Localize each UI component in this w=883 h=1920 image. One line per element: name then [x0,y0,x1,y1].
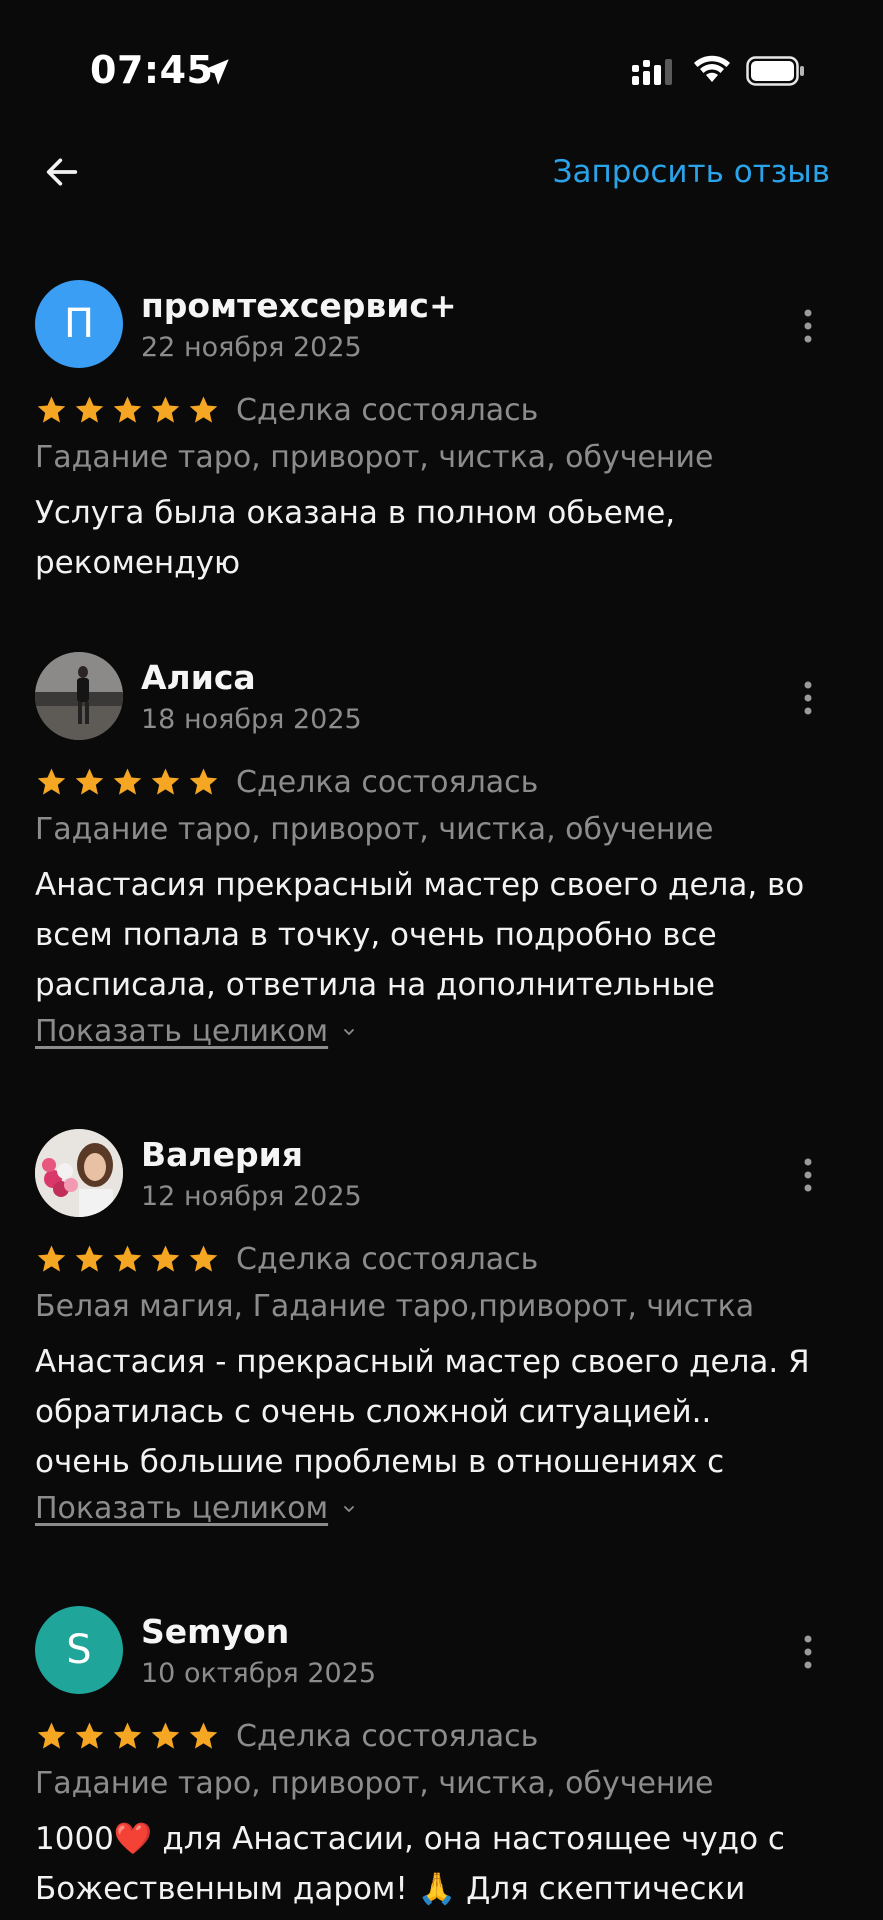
review-text-part: Для скептически [456,1871,746,1907]
request-review-button[interactable]: Запросить отзыв [553,154,830,190]
review-services: Гадание таро, приворот, чистка, обучение [35,1766,714,1801]
arrow-left-icon [46,158,78,186]
deal-status: Сделка состоялась [236,1718,539,1754]
rating-row: Сделка состоялась [35,390,538,430]
status-bar: 07:45 [0,0,883,140]
review-services: Белая магия, Гадание таро,приворот, чист… [35,1289,755,1324]
star-rating [35,1243,220,1276]
review-text: 1000❤️ для Анастасии, она настоящее чудо… [35,1814,815,1914]
star-icon [37,767,66,795]
cellular-signal-icon [632,59,672,85]
star-icon [37,1721,66,1749]
author-name[interactable]: Валерия [141,1135,303,1174]
header: Запросить отзыв [0,140,883,250]
star-icon [189,767,218,795]
star-icon [113,395,142,423]
show-more-link[interactable]: Показать целиком [35,1014,356,1049]
review-services: Гадание таро, приворот, чистка, обучение [35,440,714,475]
deal-status: Сделка состоялась [236,764,539,800]
more-options-button[interactable] [790,1626,826,1678]
deal-status: Сделка состоялась [236,1241,539,1277]
star-icon [189,1721,218,1749]
star-icon [151,395,180,423]
avatar-letter: S [66,1627,92,1673]
rating-row: Сделка состоялась [35,762,538,802]
review-date: 12 ноября 2025 [141,1181,362,1212]
show-more-link[interactable]: Показать целиком [35,1491,356,1526]
back-button[interactable] [36,146,88,198]
avatar-photo [35,1129,123,1217]
star-icon [75,1721,104,1749]
review-text: Анастасия прекрасный мастер своего дела,… [35,867,805,1003]
chevron-down-icon [344,1505,355,1512]
author-name[interactable]: Semyon [141,1612,289,1651]
star-rating [35,1720,220,1753]
avatar[interactable]: П [35,280,123,368]
praying-hands-emoji: 🙏 [417,1871,457,1907]
star-icon [113,767,142,795]
review-text-part: 1000 [35,1821,114,1857]
star-icon [151,767,180,795]
author-name[interactable]: Алиса [141,658,256,697]
star-icon [189,1244,218,1272]
wifi-icon [694,55,730,82]
star-icon [151,1721,180,1749]
star-rating [35,394,220,427]
chevron-down-icon [344,1028,355,1035]
review-text: Анастасия - прекрасный мастер своего дел… [35,1344,810,1480]
review-date: 18 ноября 2025 [141,704,362,735]
show-more-label: Показать целиком [35,1014,329,1049]
star-icon [37,1244,66,1272]
more-vertical-icon [804,681,812,715]
star-icon [75,1244,104,1272]
avatar-photo [35,652,123,740]
avatar[interactable] [35,1129,123,1217]
avatar[interactable]: S [35,1606,123,1694]
star-rating [35,766,220,799]
avatar-letter: П [63,301,95,347]
show-more-label: Показать целиком [35,1491,329,1526]
author-name[interactable]: промтехсервис+ [141,286,457,325]
more-vertical-icon [804,1158,812,1192]
star-icon [113,1244,142,1272]
more-options-button[interactable] [790,1149,826,1201]
deal-status: Сделка состоялась [236,392,539,428]
more-vertical-icon [804,1635,812,1669]
review-services: Гадание таро, приворот, чистка, обучение [35,812,714,847]
star-icon [113,1721,142,1749]
star-icon [75,767,104,795]
rating-row: Сделка состоялась [35,1716,538,1756]
rating-row: Сделка состоялась [35,1239,538,1279]
review-date: 10 октября 2025 [141,1658,377,1689]
avatar[interactable] [35,652,123,740]
star-icon [37,395,66,423]
star-icon [151,1244,180,1272]
review-text: Услуга была оказана в полном обьеме, рек… [35,495,676,581]
status-time: 07:45 [90,48,214,92]
star-icon [189,395,218,423]
location-arrow-icon [203,59,229,85]
review-date: 22 ноября 2025 [141,332,362,363]
heart-emoji: ❤️ [113,1821,153,1857]
battery-icon [746,56,804,86]
more-options-button[interactable] [790,300,826,352]
star-icon [75,395,104,423]
more-options-button[interactable] [790,672,826,724]
more-vertical-icon [804,309,812,343]
